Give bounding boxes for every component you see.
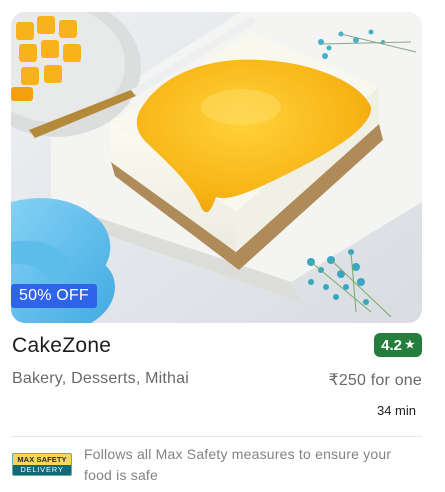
restaurant-name[interactable]: CakeZone: [12, 334, 111, 358]
price-for-one: ₹250 for one: [328, 372, 422, 389]
max-safety-badge: MAX SAFETY DELIVERY: [12, 453, 72, 476]
max-safety-badge-bottom: DELIVERY: [20, 465, 64, 474]
star-icon: ★: [404, 338, 415, 351]
delivery-time: 34 min: [376, 403, 416, 418]
max-safety-badge-top: MAX SAFETY: [13, 454, 71, 465]
rating-badge: 4.2 ★: [374, 333, 422, 357]
safety-message: Follows all Max Safety measures to ensur…: [84, 446, 392, 483]
restaurant-image[interactable]: [11, 12, 422, 323]
cuisine-list: Bakery, Desserts, Mithai: [12, 370, 189, 387]
restaurant-card[interactable]: 50% OFF CakeZone 4.2 ★ Bakery, Desserts,…: [0, 0, 445, 492]
cake-photo: [11, 12, 422, 323]
offer-badge: 50% OFF: [11, 284, 97, 308]
divider: [11, 436, 422, 437]
rating-value: 4.2: [381, 336, 402, 354]
